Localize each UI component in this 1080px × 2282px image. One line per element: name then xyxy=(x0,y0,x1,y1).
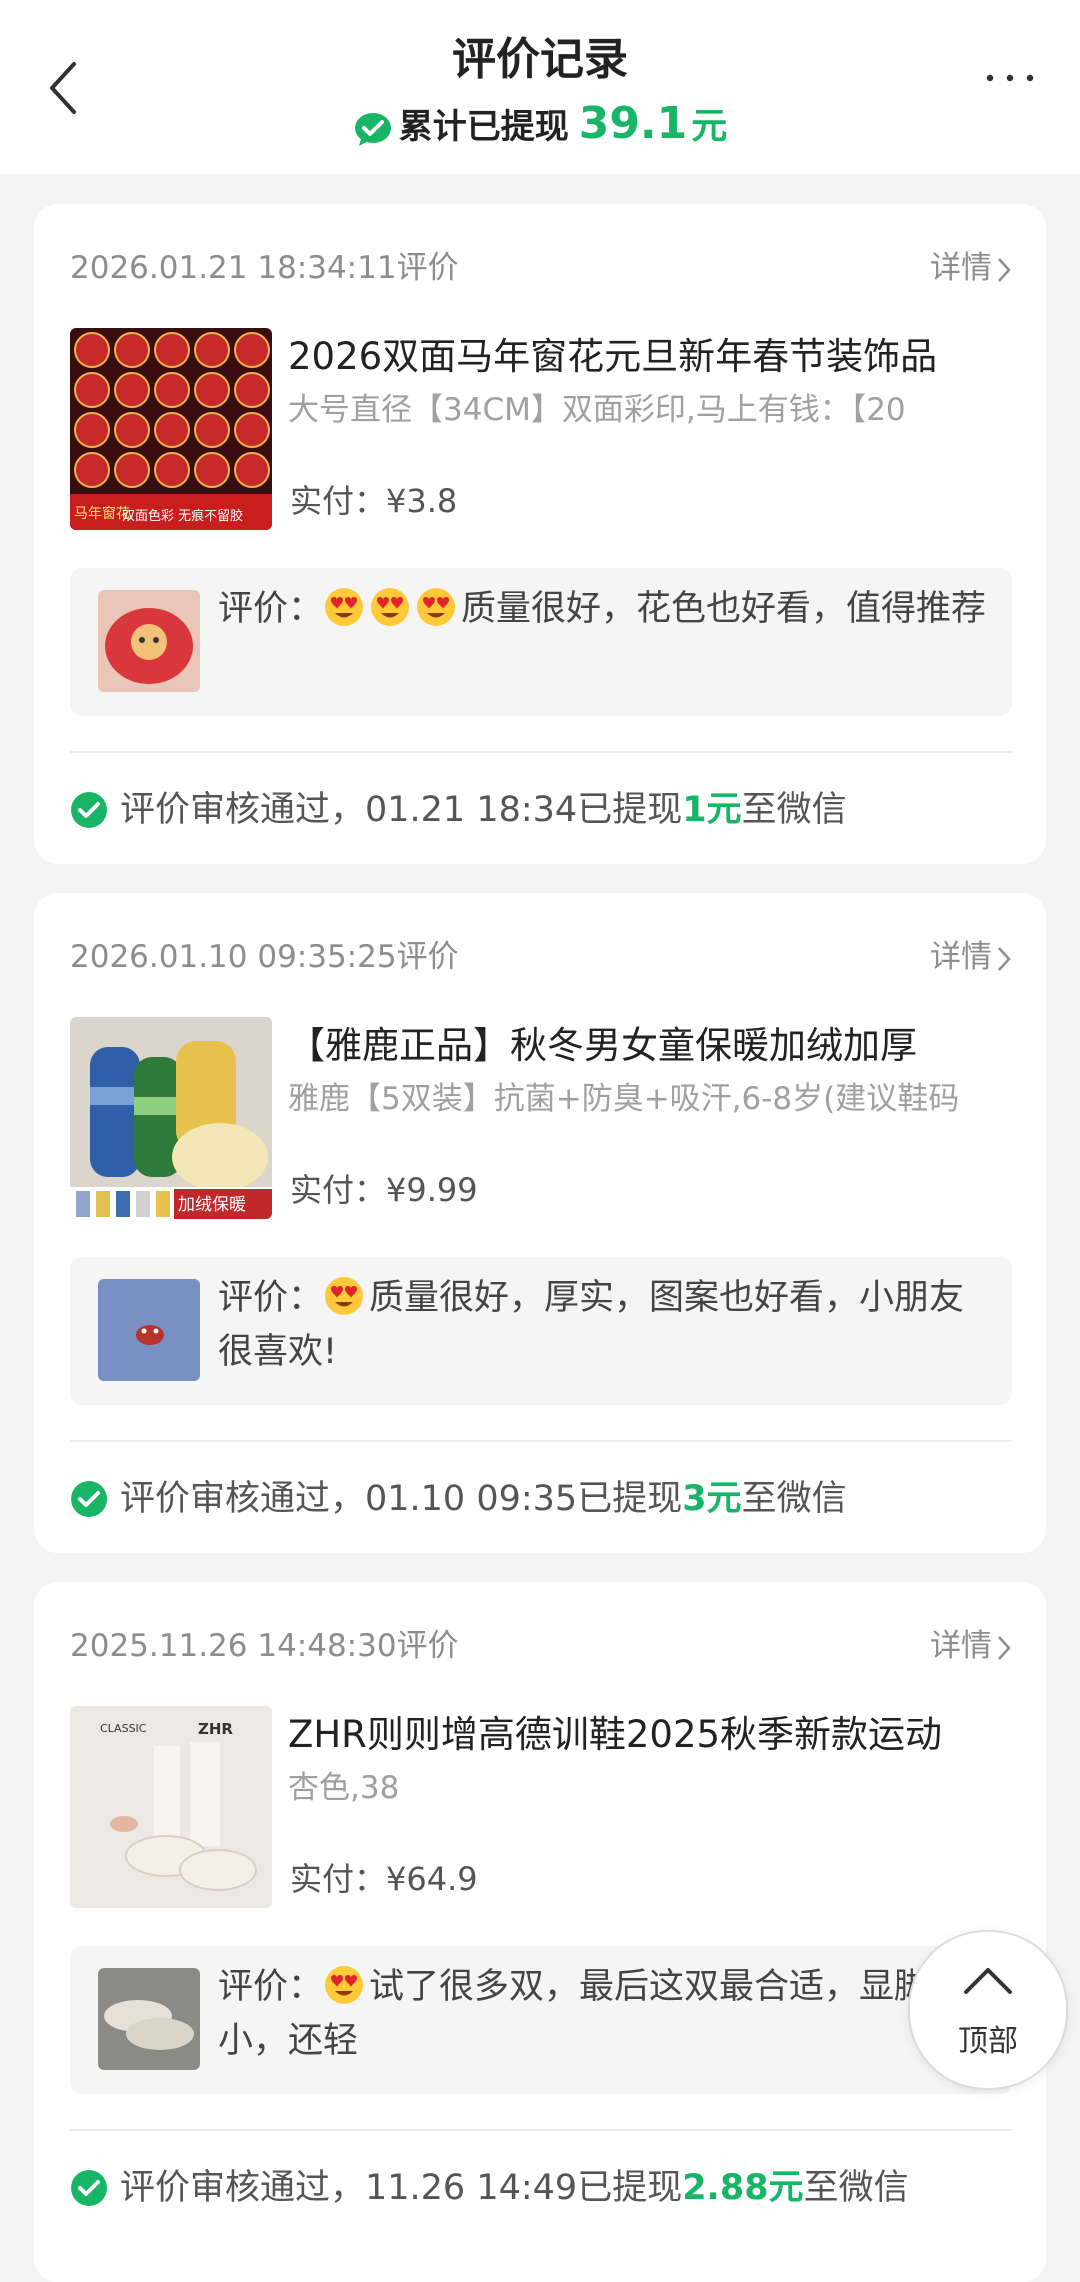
withdraw-amount: 3元 xyxy=(682,1479,742,1519)
product-title[interactable]: 2026双面马年窗花元旦新年春节装饰品 xyxy=(288,326,1018,380)
back-to-top-button[interactable]: 顶部 xyxy=(908,1930,1068,2090)
thumb-badge: 双面色彩 无痕不留胶 xyxy=(122,508,243,524)
thumb-badge: 加绒保暖 xyxy=(178,1195,246,1215)
product-spec: 杏色,38 xyxy=(288,1770,400,1806)
status-suffix: 至微信 xyxy=(803,2168,909,2208)
more-dots-icon xyxy=(986,74,1034,82)
chevron-right-icon xyxy=(998,946,1011,971)
review-photo[interactable] xyxy=(98,1279,200,1381)
review-record-card: 2025.11.26 14:48:30评价 详情 CLASSIC ZHR ZHR… xyxy=(34,1582,1046,2282)
heart-eyes-emoji-icon xyxy=(323,586,365,628)
wechat-icon xyxy=(354,112,391,146)
product-thumbnail[interactable]: CLASSIC ZHR xyxy=(70,1706,272,1908)
approval-status: 评价审核通过，11.26 14:49已提现2.88元至微信 xyxy=(70,2158,909,2218)
price-label: 实付： xyxy=(290,1171,387,1209)
header-bar: 评价记录 累计已提现 39.1 元 xyxy=(0,0,1080,174)
detail-label: 详情 xyxy=(930,1628,992,1664)
price-value: ¥3.8 xyxy=(386,482,458,520)
thumb-badge: CLASSIC xyxy=(100,1722,147,1735)
product-spec: 雅鹿【5双装】抗菌+防臭+吸汗,6-8岁(建议鞋码 xyxy=(288,1081,960,1117)
review-label: 评价： xyxy=(218,1967,324,2007)
review-photo[interactable] xyxy=(98,590,200,692)
back-to-top-label: 顶部 xyxy=(958,2024,1018,2059)
heart-eyes-emoji-icon xyxy=(323,1275,365,1317)
chevron-right-icon xyxy=(998,257,1011,282)
detail-label: 详情 xyxy=(930,939,992,975)
status-text: 评价审核通过，01.10 09:35已提现 xyxy=(120,1479,683,1519)
check-circle-icon xyxy=(71,1481,107,1517)
review-date: 2025.11.26 14:48:30评价 xyxy=(70,1628,459,1664)
status-text: 评价审核通过，01.21 18:34已提现 xyxy=(120,790,683,830)
product-title[interactable]: 【雅鹿正品】秋冬男女童保暖加绒加厚 xyxy=(288,1015,1018,1069)
price-value: ¥64.9 xyxy=(386,1860,478,1898)
heart-eyes-emoji-icon xyxy=(415,586,457,628)
review-record-card: 2026.01.10 09:35:25评价 详情 加绒保暖 【雅鹿正品】秋冬男女… xyxy=(34,893,1046,1553)
total-withdrawn-amount: 39.1 xyxy=(578,98,688,149)
divider xyxy=(70,751,1012,753)
divider xyxy=(70,2129,1012,2131)
review-photo[interactable] xyxy=(98,1968,200,2070)
total-withdrawn: 累计已提现 39.1 元 xyxy=(0,94,1080,157)
heart-eyes-emoji-icon xyxy=(369,586,411,628)
review-box: 评价： 试了很多双，最后这双最合适，显脚小，还轻 xyxy=(70,1946,1012,2094)
review-date: 2026.01.10 09:35:25评价 xyxy=(70,939,459,975)
detail-label: 详情 xyxy=(930,250,992,286)
price-label: 实付： xyxy=(290,482,387,520)
withdraw-amount: 1元 xyxy=(682,790,742,830)
review-date: 2026.01.21 18:34:11评价 xyxy=(70,250,459,286)
detail-link[interactable]: 详情 xyxy=(930,931,1012,976)
product-price: 实付：¥9.99 xyxy=(290,1165,478,1211)
review-record-card: 2026.01.21 18:34:11评价 详情 马年窗花 双面色彩 无痕不留胶… xyxy=(34,204,1046,864)
price-label: 实付： xyxy=(290,1860,387,1898)
review-box: 评价： 质量很好，厚实，图案也好看，小朋友很喜欢! xyxy=(70,1257,1012,1405)
status-suffix: 至微信 xyxy=(741,790,847,830)
approval-status: 评价审核通过，01.10 09:35已提现3元至微信 xyxy=(70,1469,847,1529)
chevron-right-icon xyxy=(998,1635,1011,1660)
review-label: 评价： xyxy=(218,1278,324,1318)
check-circle-icon xyxy=(71,792,107,828)
total-withdrawn-unit: 元 xyxy=(691,106,728,147)
approval-status: 评价审核通过，01.21 18:34已提现1元至微信 xyxy=(70,780,847,840)
product-price: 实付：¥64.9 xyxy=(290,1854,478,1900)
page-title: 评价记录 xyxy=(452,34,628,85)
status-suffix: 至微信 xyxy=(741,1479,847,1519)
review-label: 评价： xyxy=(218,589,324,629)
withdraw-amount: 2.88元 xyxy=(682,2168,804,2208)
review-content: 评价： 质量很好，厚实，图案也好看，小朋友很喜欢! xyxy=(218,1271,998,1379)
divider xyxy=(70,1440,1012,1442)
review-box: 评价： 质量很好，花色也好看，值得推荐 xyxy=(70,568,1012,716)
thumb-badge: ZHR xyxy=(198,1720,233,1738)
price-value: ¥9.99 xyxy=(386,1171,478,1209)
product-title[interactable]: ZHR则则增高德训鞋2025秋季新款运动 xyxy=(288,1704,1018,1758)
detail-link[interactable]: 详情 xyxy=(930,1620,1012,1665)
status-text: 评价审核通过，11.26 14:49已提现 xyxy=(120,2168,683,2208)
review-text: 质量很好，花色也好看，值得推荐 xyxy=(461,589,987,629)
more-button[interactable] xyxy=(980,58,1040,98)
detail-link[interactable]: 详情 xyxy=(930,242,1012,287)
total-withdrawn-label: 累计已提现 xyxy=(398,107,569,147)
review-content: 评价： 试了很多双，最后这双最合适，显脚小，还轻 xyxy=(218,1960,998,2068)
heart-eyes-emoji-icon xyxy=(323,1964,365,2006)
product-spec: 大号直径【34CM】双面彩印,马上有钱：【20 xyxy=(288,392,906,428)
check-circle-icon xyxy=(71,2170,107,2206)
product-thumbnail[interactable]: 加绒保暖 xyxy=(70,1017,272,1219)
chevron-up-icon xyxy=(964,1968,1012,1994)
product-price: 实付：¥3.8 xyxy=(290,476,457,522)
product-thumbnail[interactable]: 马年窗花 双面色彩 无痕不留胶 xyxy=(70,328,272,530)
review-content: 评价： 质量很好，花色也好看，值得推荐 xyxy=(218,582,998,636)
